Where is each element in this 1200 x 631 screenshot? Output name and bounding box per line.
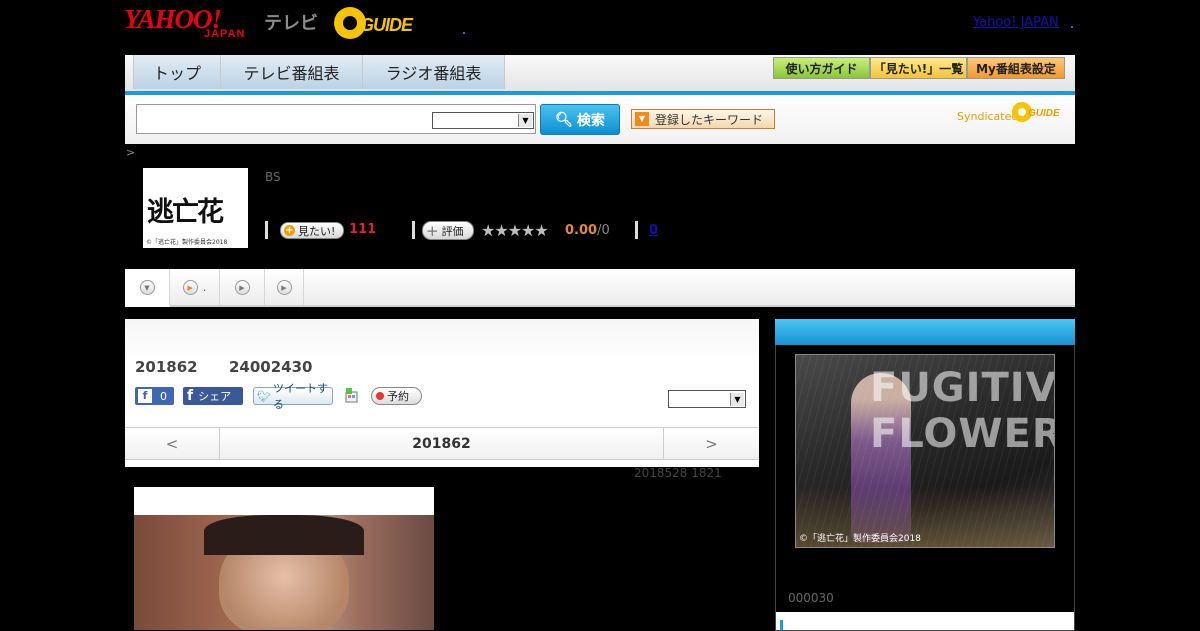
reserve-label: 予約 — [387, 390, 409, 403]
tweet-label: ツイートする — [272, 382, 328, 411]
twitter-bird-icon: 🐦︎ — [257, 389, 271, 403]
date-navigation: < 201862 > — [125, 427, 759, 460]
search-button[interactable]: 🔍︎ 検索 — [540, 104, 620, 135]
facebook-like-button[interactable]: f 0 — [135, 387, 174, 405]
want-to-watch-label: 見たい! — [298, 224, 336, 238]
reserve-button[interactable]: 予約 — [371, 387, 422, 405]
tweet-button[interactable]: 🐦︎ ツイートする — [253, 382, 333, 411]
rating-average: 0.00 — [565, 223, 598, 238]
divider — [635, 221, 638, 239]
plus-icon: + — [284, 225, 295, 236]
scene-photo-hair — [204, 515, 364, 555]
breadcrumb[interactable]: > — [126, 146, 135, 159]
facebook-share-label: シェア — [198, 390, 232, 403]
sidebar-header — [775, 319, 1075, 345]
accent-mark — [780, 620, 783, 630]
record-dot-icon — [376, 392, 384, 400]
divider — [412, 221, 415, 239]
play-icon: ▶ — [234, 279, 250, 295]
update-timestamp: 2018528 1821 — [634, 466, 722, 480]
tab-related-label: . — [202, 280, 207, 294]
broadcast-time: 24002430 — [229, 358, 313, 376]
program-tab-strip: ▼ ▶ . ▶ ▶ — [125, 269, 1075, 307]
program-thumbnail-title: 逃亡花 — [147, 197, 224, 228]
divider — [265, 221, 268, 239]
search-category-select[interactable]: ▼ — [432, 112, 534, 129]
want-to-watch-button[interactable]: + 見たい! — [280, 222, 344, 239]
broadcast-date: 201862 — [135, 358, 198, 376]
panel-select[interactable]: ▼ — [668, 390, 746, 408]
usage-guide-button[interactable]: 使い方ガイド — [773, 57, 870, 79]
program-thumbnail-copyright: ©「逃亡花」製作委員会2018 — [146, 239, 228, 246]
syndicated-logo-text: GUIDE — [1028, 108, 1060, 119]
dropdown-triangle-icon: ▼ — [635, 112, 649, 126]
main-nav: トップ テレビ番組表 ラジオ番組表 使い方ガイド 「見たい!」一覧 My番組表設… — [125, 55, 1075, 95]
add-icon: + — [426, 221, 439, 240]
rating-stars: ★★★★★ — [481, 221, 549, 240]
syndicated-label: Syndicated — [957, 110, 1019, 123]
calendar-add-icon[interactable] — [344, 388, 359, 403]
tab-program-info[interactable]: ▼ — [125, 269, 170, 307]
next-date-button[interactable]: > — [663, 428, 759, 459]
poster-title: FUGITIVE FLOWER — [870, 365, 1055, 457]
my-listings-settings-button[interactable]: My番組表設定 — [967, 57, 1065, 79]
scene-image — [134, 487, 434, 630]
tab-related[interactable]: ▶ . — [170, 269, 220, 305]
current-date: 201862 — [412, 435, 471, 452]
facebook-icon: f — [138, 389, 152, 403]
chevron-down-icon: ▼ — [518, 114, 532, 127]
gguide-logo[interactable]: GUIDE — [334, 7, 434, 41]
saved-keywords-label: 登録したキーワード — [655, 112, 764, 127]
chevron-down-icon: ▼ — [139, 279, 155, 295]
play-icon: ▶ — [276, 279, 292, 295]
search-icon: 🔍︎ — [555, 111, 573, 128]
program-thumbnail[interactable]: 逃亡花 ©「逃亡花」製作委員会2018 — [143, 168, 248, 248]
yahoo-logo[interactable]: YAHOO! JAPAN — [124, 4, 264, 44]
gguide-logo-text: GUIDE — [360, 15, 413, 35]
tab-third[interactable]: ▶ — [220, 269, 265, 305]
program-poster[interactable]: FUGITIVE FLOWER ©「逃亡花」製作委員会2018 — [795, 354, 1055, 548]
rate-button[interactable]: + 評価 — [422, 221, 474, 240]
prev-date-button[interactable]: < — [125, 428, 220, 459]
rating-value: 0.00/0 — [565, 223, 610, 238]
tab-top[interactable]: トップ — [133, 55, 221, 89]
want-list-button[interactable]: 「見たい!」一覧 — [870, 57, 967, 79]
play-icon: ▶ — [182, 279, 198, 295]
search-button-label: 検索 — [576, 112, 605, 129]
review-count-link[interactable]: 0 — [649, 223, 658, 238]
syndicated-gguide-logo: GUIDE — [1012, 102, 1068, 124]
header-dot-right — [1071, 26, 1073, 28]
yahoo-logo-sub: JAPAN — [204, 28, 246, 40]
header-dot — [463, 32, 465, 34]
poster-copyright: ©「逃亡花」製作委員会2018 — [799, 534, 921, 544]
channel-label: BS — [265, 170, 281, 184]
facebook-share-button[interactable]: f シェア — [183, 387, 243, 405]
want-count: 111 — [349, 222, 377, 237]
rating-count: /0 — [597, 223, 610, 238]
sidebar-list-item — [776, 612, 1074, 630]
sidebar-code: 000030 — [788, 591, 834, 605]
tab-tv-listings[interactable]: テレビ番組表 — [220, 55, 363, 89]
facebook-icon: f — [187, 388, 194, 404]
saved-keywords-button[interactable]: ▼ 登録したキーワード — [631, 109, 775, 129]
chevron-down-icon: ▼ — [730, 393, 744, 406]
tv-label[interactable]: テレビ — [264, 9, 318, 35]
tab-fourth[interactable]: ▶ — [265, 269, 304, 305]
tab-radio-listings[interactable]: ラジオ番組表 — [362, 55, 505, 89]
rate-button-label: 評価 — [441, 224, 464, 238]
facebook-like-count: 0 — [160, 389, 167, 403]
yahoo-japan-link[interactable]: Yahoo! JAPAN — [973, 15, 1059, 30]
